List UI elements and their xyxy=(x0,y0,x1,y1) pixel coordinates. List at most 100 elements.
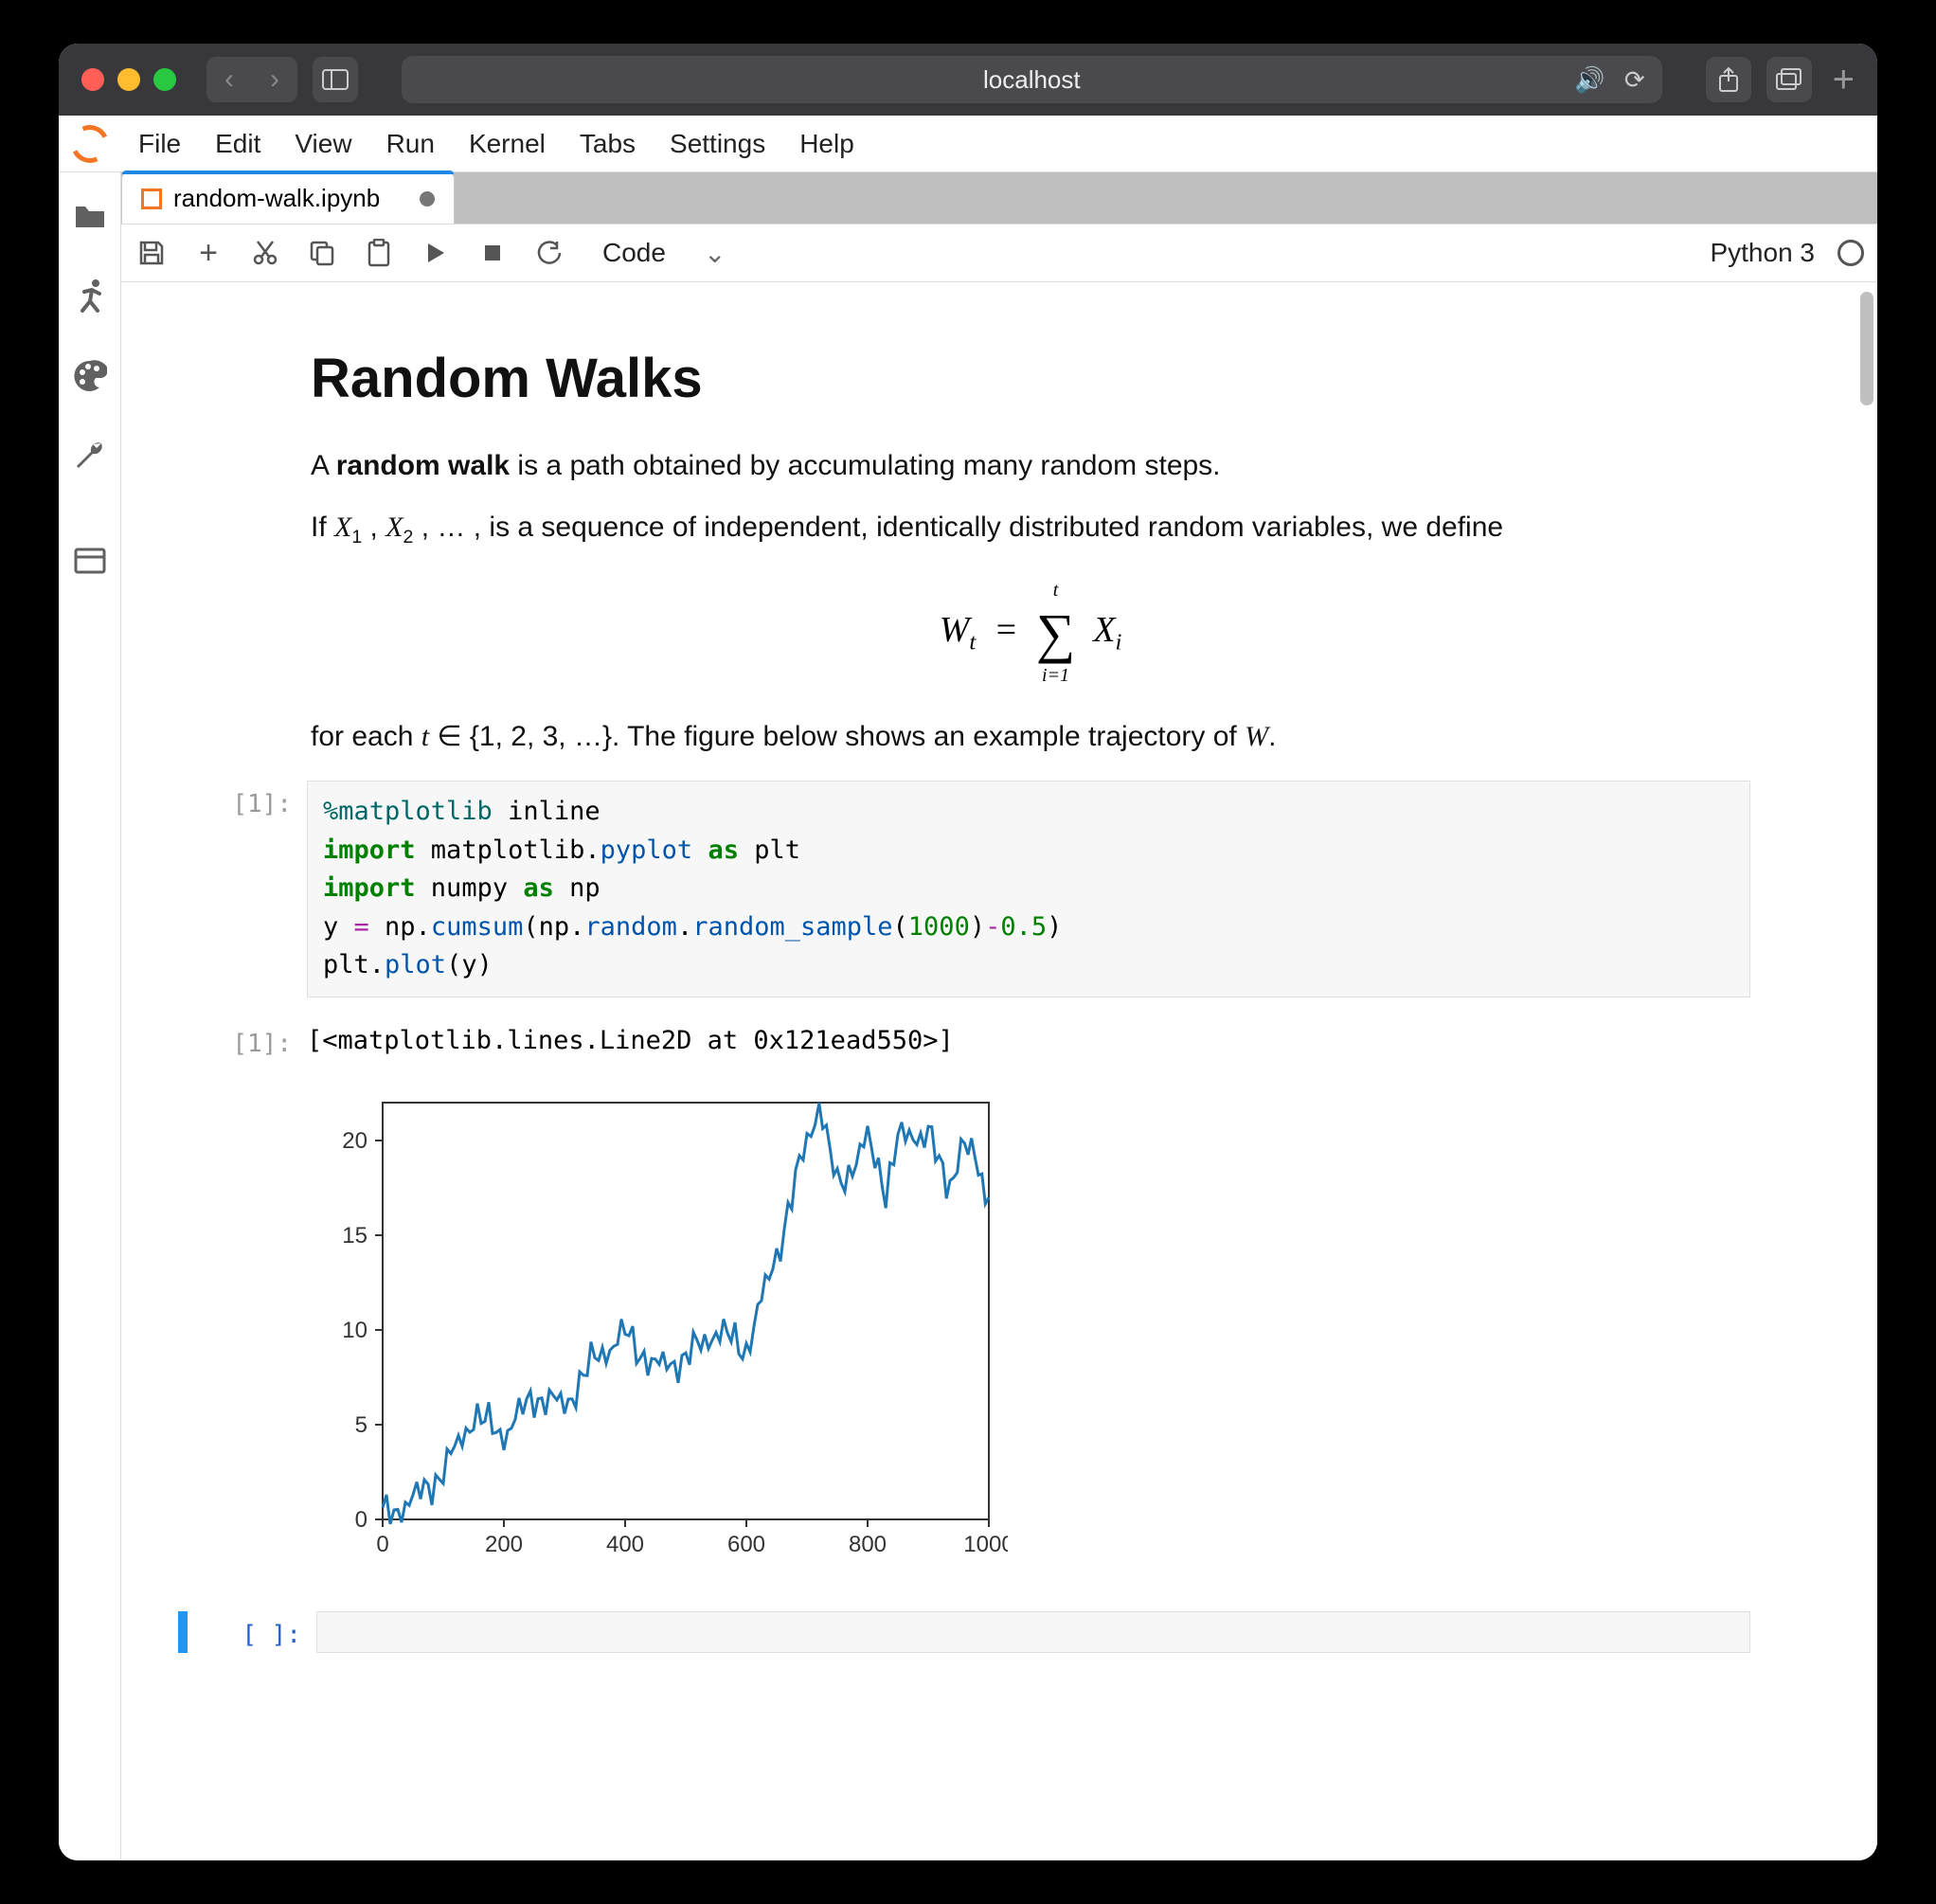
window-controls xyxy=(81,68,176,91)
code-input-empty[interactable] xyxy=(316,1611,1750,1653)
wrench-button[interactable] xyxy=(73,438,107,472)
svg-text:600: 600 xyxy=(727,1532,765,1557)
heading: Random Walks xyxy=(311,347,1750,410)
md-paragraph-3: for each t ∈ {1, 2, 3, …}. The figure be… xyxy=(311,715,1750,758)
unsaved-indicator-icon xyxy=(420,191,435,207)
sidebar-toggle-button[interactable] xyxy=(313,57,358,102)
markdown-cell[interactable]: Random Walks A random walk is a path obt… xyxy=(178,347,1750,758)
titlebar: ‹ › localhost 🔊 ⟳ + xyxy=(59,44,1877,116)
cell-type-label: Code xyxy=(602,238,666,268)
right-toolbar xyxy=(1706,57,1812,102)
tabs-panel-button[interactable] xyxy=(73,544,107,578)
menu-run[interactable]: Run xyxy=(386,129,435,159)
code-cell-1-output-text: [1]: [<matplotlib.lines.Line2D at 0x121e… xyxy=(178,1020,1750,1061)
running-button[interactable] xyxy=(73,278,107,313)
notebook-area: Random Walks A random walk is a path obt… xyxy=(121,282,1877,1860)
svg-text:400: 400 xyxy=(606,1532,644,1557)
code-input[interactable]: %matplotlib inline import matplotlib.pyp… xyxy=(307,781,1750,997)
menu-items: File Edit View Run Kernel Tabs Settings … xyxy=(121,116,854,171)
address-bar[interactable]: localhost 🔊 ⟳ xyxy=(402,56,1662,103)
cell-type-select[interactable]: Code ⌄ xyxy=(602,238,726,269)
close-window-button[interactable] xyxy=(81,68,104,91)
reload-icon[interactable]: ⟳ xyxy=(1624,65,1645,95)
stop-icon xyxy=(483,243,502,262)
window-icon xyxy=(74,548,106,574)
play-icon xyxy=(425,242,446,264)
share-button[interactable] xyxy=(1706,57,1751,102)
wrench-icon xyxy=(73,438,107,472)
jupyter-logo-icon xyxy=(65,119,114,168)
menu-file[interactable]: File xyxy=(138,129,181,159)
browser-window: ‹ › localhost 🔊 ⟳ + File Edit Vie xyxy=(59,44,1877,1860)
left-sidebar xyxy=(59,172,121,1860)
nav-arrows: ‹ › xyxy=(206,57,297,102)
notebook-scroll[interactable]: Random Walks A random walk is a path obt… xyxy=(121,282,1877,1860)
kernel-status-icon[interactable] xyxy=(1837,240,1864,266)
jupyter-menubar: File Edit View Run Kernel Tabs Settings … xyxy=(59,116,1877,172)
svg-text:10: 10 xyxy=(342,1318,367,1343)
code-cell-1[interactable]: [1]: %matplotlib inline import matplotli… xyxy=(178,781,1750,997)
kernel-name[interactable]: Python 3 xyxy=(1710,238,1815,268)
tab-filename: random-walk.ipynb xyxy=(173,184,380,213)
sidebar-icon xyxy=(322,69,349,90)
equation: Wt = t ∑ i=1 Xi xyxy=(311,580,1750,687)
paste-button[interactable] xyxy=(362,236,396,270)
md-paragraph-2: If X1 , X2 , … , is a sequence of indepe… xyxy=(311,506,1750,551)
svg-text:0: 0 xyxy=(355,1507,367,1533)
menu-view[interactable]: View xyxy=(295,129,351,159)
forward-button[interactable]: › xyxy=(252,57,297,102)
file-browser-button[interactable] xyxy=(73,199,107,233)
code-cell-1-output-plot: 0 200 400 600 800 1000 0 5 10 15 20 xyxy=(178,1084,1750,1583)
input-prompt: [1]: xyxy=(178,781,292,997)
notebook-icon xyxy=(141,189,162,209)
svg-text:15: 15 xyxy=(342,1223,367,1248)
svg-text:200: 200 xyxy=(485,1532,523,1557)
restart-icon xyxy=(536,240,563,266)
run-button[interactable] xyxy=(419,236,453,270)
tabs-button[interactable] xyxy=(1766,57,1812,102)
svg-text:20: 20 xyxy=(342,1128,367,1154)
output-text: [<matplotlib.lines.Line2D at 0x121ead550… xyxy=(307,1020,1750,1061)
restart-button[interactable] xyxy=(532,236,566,270)
code-cell-2[interactable]: [ ]: xyxy=(178,1611,1750,1653)
back-button[interactable]: ‹ xyxy=(206,57,252,102)
cut-button[interactable] xyxy=(248,236,282,270)
cut-icon xyxy=(252,240,278,266)
tabs-icon xyxy=(1776,68,1802,91)
chevron-down-icon: ⌄ xyxy=(704,238,726,269)
palette-button[interactable] xyxy=(73,358,107,392)
line-chart: 0 200 400 600 800 1000 0 5 10 15 20 xyxy=(307,1084,1008,1576)
notebook-tab[interactable]: random-walk.ipynb xyxy=(121,172,455,224)
menu-kernel[interactable]: Kernel xyxy=(469,129,546,159)
stop-button[interactable] xyxy=(475,236,510,270)
jupyter-logo[interactable] xyxy=(59,116,121,171)
new-tab-button[interactable]: + xyxy=(1833,59,1855,101)
plot-output: 0 200 400 600 800 1000 0 5 10 15 20 xyxy=(307,1084,1750,1583)
notebook-toolbar: + Code xyxy=(121,224,1877,282)
palette-icon xyxy=(73,359,107,391)
folder-icon xyxy=(74,203,106,229)
jupyter-body: random-walk.ipynb + xyxy=(59,172,1877,1860)
save-icon xyxy=(138,240,165,266)
active-cell-indicator xyxy=(178,1611,188,1653)
copy-button[interactable] xyxy=(305,236,339,270)
copy-icon xyxy=(309,240,335,266)
sound-icon[interactable]: 🔊 xyxy=(1574,65,1604,95)
menu-edit[interactable]: Edit xyxy=(215,129,260,159)
input-prompt-empty: [ ]: xyxy=(203,1611,301,1653)
svg-text:800: 800 xyxy=(849,1532,887,1557)
svg-text:5: 5 xyxy=(355,1412,367,1438)
add-cell-button[interactable]: + xyxy=(191,236,225,270)
main-area: random-walk.ipynb + xyxy=(121,172,1877,1860)
minimize-window-button[interactable] xyxy=(117,68,140,91)
svg-text:1000: 1000 xyxy=(963,1532,1008,1557)
save-button[interactable] xyxy=(134,236,169,270)
menu-help[interactable]: Help xyxy=(799,129,854,159)
url-text: localhost xyxy=(983,65,1081,95)
svg-text:0: 0 xyxy=(376,1532,388,1557)
maximize-window-button[interactable] xyxy=(153,68,176,91)
menu-settings[interactable]: Settings xyxy=(670,129,765,159)
running-icon xyxy=(75,278,105,313)
output-prompt: [1]: xyxy=(178,1020,292,1061)
menu-tabs[interactable]: Tabs xyxy=(580,129,636,159)
